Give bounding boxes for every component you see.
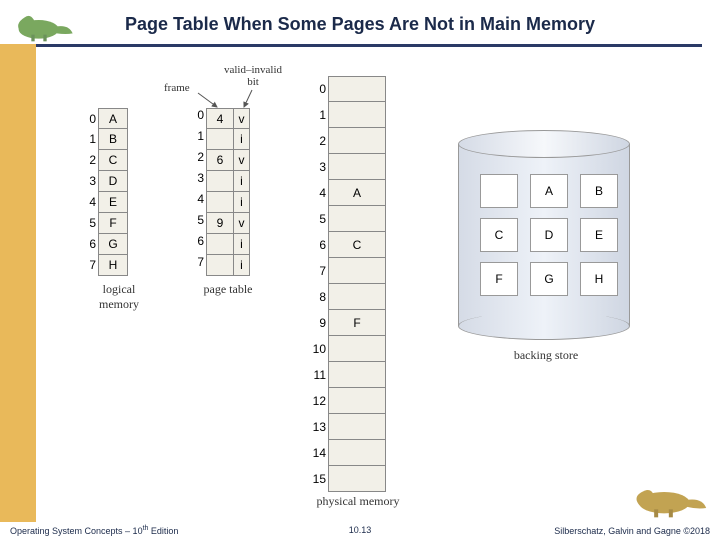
logical-memory-label: logical memory	[90, 282, 148, 312]
logical-page: 2C	[98, 150, 128, 171]
logical-page: 7H	[98, 255, 128, 276]
footer: Operating System Concepts – 10th Edition…	[10, 525, 710, 536]
dinosaur-icon	[625, 480, 710, 520]
logical-memory-table: 0A 1B 2C 3D 4E 5F 6G 7H	[98, 108, 128, 276]
cylinder-bottom	[458, 312, 630, 340]
pt-frame	[206, 234, 234, 255]
slide: Page Table When Some Pages Are Not in Ma…	[0, 0, 720, 540]
disk-slot: C	[480, 218, 518, 252]
disk-slot: D	[530, 218, 568, 252]
backing-store-label: backing store	[486, 348, 606, 363]
disk-slot: A	[530, 174, 568, 208]
disk-slot	[480, 174, 518, 208]
backing-store-grid: A B C D E F G H	[480, 174, 618, 296]
disk-slot: G	[530, 262, 568, 296]
phys-frame: 0	[328, 76, 386, 102]
footer-left: Operating System Concepts – 10th Edition	[10, 525, 178, 536]
left-gold-bar	[0, 44, 36, 522]
phys-frame: 10	[328, 336, 386, 362]
pt-bit: v	[234, 150, 250, 171]
phys-frame: 14	[328, 440, 386, 466]
frame-label: frame	[164, 82, 190, 94]
disk-slot: B	[580, 174, 618, 208]
pt-frame: 6	[206, 150, 234, 171]
pt-bit: v	[234, 108, 250, 129]
phys-frame: 9F	[328, 310, 386, 336]
disk-slot: E	[580, 218, 618, 252]
phys-frame: 7	[328, 258, 386, 284]
pt-frame	[206, 255, 234, 276]
pt-bit: i	[234, 192, 250, 213]
backing-store-cylinder: A B C D E F G H	[458, 130, 630, 340]
logical-page: 5F	[98, 213, 128, 234]
pt-bit: i	[234, 129, 250, 150]
phys-frame: 2	[328, 128, 386, 154]
physical-memory-table: 0 1 2 3 4A 5 6C 7 8 9F 10 11 12 13 14 15	[328, 76, 386, 492]
cylinder-top	[458, 130, 630, 158]
phys-frame: 5	[328, 206, 386, 232]
phys-frame: 15	[328, 466, 386, 492]
pt-bit: v	[234, 213, 250, 234]
logical-page: 3D	[98, 171, 128, 192]
disk-slot: F	[480, 262, 518, 296]
logical-page: 6G	[98, 234, 128, 255]
pt-frame	[206, 171, 234, 192]
phys-frame: 1	[328, 102, 386, 128]
disk-slot: H	[580, 262, 618, 296]
valid-invalid-label: valid–invalid bit	[218, 64, 288, 88]
diagram-area: 0A 1B 2C 3D 4E 5F 6G 7H logical memory f…	[56, 60, 702, 506]
phys-frame: 4A	[328, 180, 386, 206]
logical-page: 0A	[98, 108, 128, 129]
phys-frame: 3	[328, 154, 386, 180]
pt-frame	[206, 129, 234, 150]
pt-bit: i	[234, 255, 250, 276]
pt-bit: i	[234, 234, 250, 255]
pt-frame: 4	[206, 108, 234, 129]
phys-frame: 6C	[328, 232, 386, 258]
pt-frame: 9	[206, 213, 234, 234]
title-rule	[36, 44, 702, 47]
page-table-label: page table	[196, 282, 260, 297]
phys-frame: 8	[328, 284, 386, 310]
phys-frame: 12	[328, 388, 386, 414]
footer-right: Silberschatz, Galvin and Gagne ©2018	[554, 526, 710, 536]
physical-memory-label: physical memory	[308, 494, 408, 509]
footer-page-number: 10.13	[349, 525, 372, 535]
logical-page: 1B	[98, 129, 128, 150]
phys-frame: 13	[328, 414, 386, 440]
logical-page: 4E	[98, 192, 128, 213]
page-table: 04v 1i 26v 3i 4i 59v 6i 7i	[206, 108, 250, 276]
slide-title: Page Table When Some Pages Are Not in Ma…	[0, 14, 720, 35]
pt-frame	[206, 192, 234, 213]
phys-frame: 11	[328, 362, 386, 388]
pt-bit: i	[234, 171, 250, 192]
